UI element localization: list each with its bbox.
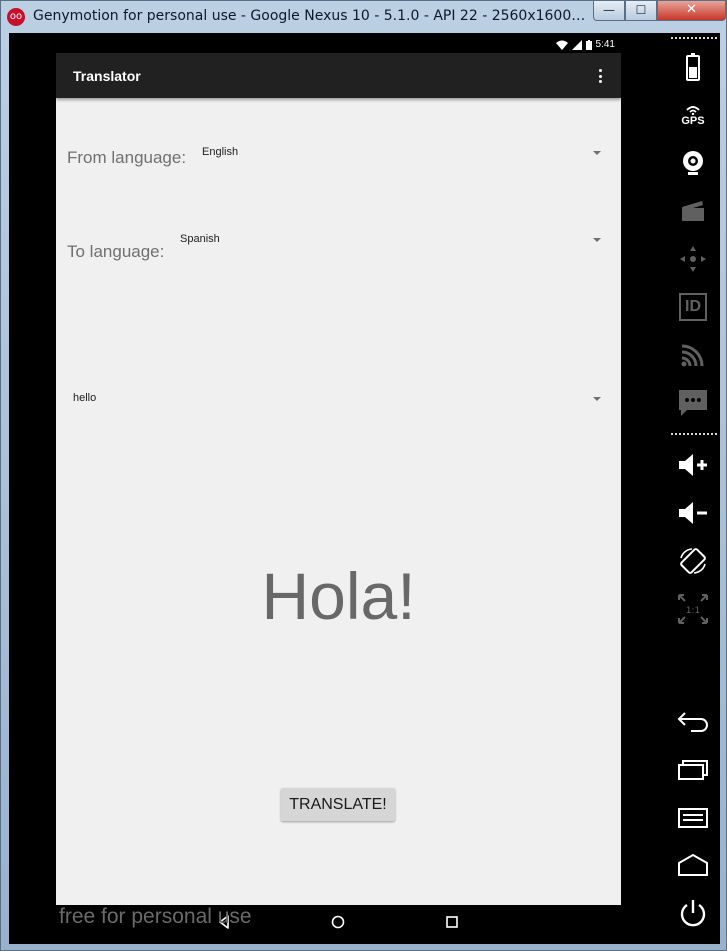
volume-down-icon[interactable] <box>675 495 711 531</box>
watermark-text: free for personal use <box>59 905 252 928</box>
translation-result: Hola! <box>261 559 416 633</box>
from-language-value: English <box>202 146 239 158</box>
network-widget-icon <box>675 337 711 373</box>
wifi-icon <box>555 40 568 50</box>
battery-icon <box>585 39 592 50</box>
android-back-icon[interactable] <box>675 703 711 739</box>
status-time: 5:41 <box>595 39 615 50</box>
rotate-screen-icon[interactable] <box>675 543 711 579</box>
genymotion-logo-icon: oo <box>7 8 25 26</box>
dropdown-arrow-icon <box>593 397 601 401</box>
sms-widget-icon <box>675 385 711 421</box>
android-home-icon[interactable] <box>675 847 711 883</box>
maximize-button[interactable]: ☐ <box>625 1 657 21</box>
translate-button[interactable]: TRANSLATE! <box>281 788 395 821</box>
from-language-spinner[interactable]: English <box>202 142 615 174</box>
dropdown-arrow-icon <box>593 151 601 155</box>
android-screen: 5:41 Translator From language: English T… <box>56 37 621 905</box>
overflow-menu-icon[interactable] <box>593 66 607 86</box>
pixel-perfect-label: 1:1 <box>686 606 700 616</box>
app-title: Translator <box>73 68 141 84</box>
device-id-widget-icon: ID <box>675 289 711 325</box>
screencast-widget-icon <box>675 193 711 229</box>
close-button[interactable]: ✕ <box>657 1 726 21</box>
emulator-window: oo Genymotion for personal use - Google … <box>0 0 727 951</box>
id-label: ID <box>679 293 707 321</box>
android-menu-icon[interactable] <box>675 799 711 835</box>
recent-apps-icon[interactable] <box>442 912 462 932</box>
signal-icon <box>571 39 582 50</box>
android-recent-apps-icon[interactable] <box>675 751 711 787</box>
to-language-label: To language: <box>67 242 165 261</box>
window-titlebar[interactable]: oo Genymotion for personal use - Google … <box>1 1 727 33</box>
minimize-button[interactable]: — <box>593 1 625 21</box>
power-icon[interactable] <box>675 895 711 931</box>
sidebar-divider <box>671 433 717 435</box>
gps-widget-icon[interactable]: GPS <box>675 97 711 133</box>
webcam-widget-icon[interactable] <box>675 145 711 181</box>
to-language-spinner[interactable]: Spanish <box>180 229 615 261</box>
volume-up-icon[interactable] <box>675 447 711 483</box>
sidebar-divider <box>671 37 717 39</box>
app-content: From language: English To language: Span… <box>56 98 621 905</box>
emulator-client-area: 5:41 Translator From language: English T… <box>9 33 720 944</box>
phrase-spinner[interactable]: hello <box>73 388 615 420</box>
gps-label: GPS <box>681 115 705 127</box>
from-language-label: From language: <box>67 148 187 167</box>
dropdown-arrow-icon <box>593 238 601 242</box>
window-title: Genymotion for personal use - Google Nex… <box>33 8 589 24</box>
remote-control-widget-icon <box>675 241 711 277</box>
genymotion-sidebar: GPS ID 1:1 <box>667 33 720 944</box>
app-action-bar: Translator <box>56 53 621 98</box>
to-language-value: Spanish <box>180 233 220 245</box>
phrase-value: hello <box>73 392 97 404</box>
battery-widget-icon[interactable] <box>675 49 711 85</box>
pixel-perfect-icon: 1:1 <box>675 591 711 627</box>
status-bar: 5:41 <box>56 37 621 53</box>
home-icon[interactable] <box>328 912 348 932</box>
